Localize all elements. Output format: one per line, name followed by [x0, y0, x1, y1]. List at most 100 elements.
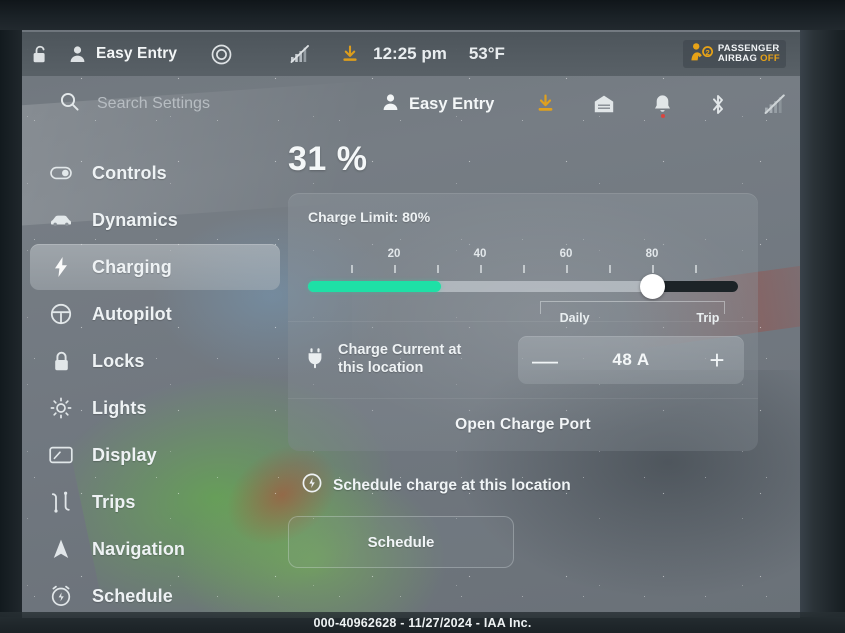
search-input-placeholder[interactable]: Search Settings [97, 95, 210, 113]
sidebar-item-autopilot[interactable]: Autopilot [30, 291, 280, 337]
charge-current-label-group: Charge Current at this location [306, 342, 518, 377]
slider-tick-label: 20 [387, 248, 401, 260]
slider-label-daily: Daily [559, 311, 590, 325]
charge-current-stepper[interactable]: — 48 A + [518, 336, 744, 384]
software-update-download-icon[interactable] [536, 94, 555, 114]
slider-fill-current-charge [308, 281, 442, 292]
charge-current-value: 48 A [612, 350, 650, 369]
charge-current-label-line1: Charge Current at [338, 342, 462, 359]
sidebar-item-navigation[interactable]: Navigation [30, 526, 280, 572]
charge-current-label: Charge Current at this location [338, 342, 461, 377]
sidebar-item-label: Trips [92, 491, 136, 512]
settings-sidebar: Controls Dynamics Charging Autopilot Loc… [30, 150, 280, 620]
status-temperature: 53°F [468, 44, 505, 63]
notification-bell-icon[interactable] [653, 94, 672, 118]
slider-ticks: 20 40 60 80 [308, 248, 738, 277]
target-ring-icon[interactable] [211, 44, 232, 65]
alarm-clock-icon [46, 585, 76, 607]
settings-profile-name: Easy Entry [409, 94, 495, 113]
search-settings-field[interactable]: Search Settings [60, 92, 360, 116]
slider-tick [437, 265, 439, 273]
person-icon[interactable] [69, 45, 86, 63]
sidebar-item-controls[interactable]: Controls [30, 150, 280, 196]
notification-badge-dot [660, 114, 665, 118]
battery-percentage: 31 % [288, 140, 368, 178]
sidebar-item-label: Charging [92, 256, 172, 277]
sidebar-item-label: Locks [92, 350, 145, 371]
slider-tick-label: 40 [473, 248, 487, 260]
charge-limit-block: Charge Limit: 80% 20 40 60 80 Daily Trip [288, 193, 758, 325]
steering-wheel-icon [46, 303, 76, 325]
sidebar-item-display[interactable]: Display [30, 432, 280, 478]
sun-brightness-icon [46, 397, 76, 419]
svg-text:2: 2 [705, 48, 709, 57]
settings-profile-chip[interactable]: Easy Entry [382, 93, 494, 116]
sidebar-item-label: Schedule [92, 585, 173, 606]
lock-icon [46, 351, 76, 372]
sidebar-item-trips[interactable]: Trips [30, 479, 280, 525]
sidebar-item-label: Autopilot [92, 303, 172, 324]
toggle-switch-icon [46, 166, 76, 180]
sidebar-item-label: Navigation [92, 538, 186, 559]
decrease-amps-button[interactable]: — [518, 336, 572, 384]
sidebar-item-label: Dynamics [92, 209, 178, 230]
charge-limit-slider[interactable]: 20 40 60 80 Daily Trip [308, 248, 738, 325]
vehicle-interior-photo: Easy Entry 12:25 pm 53°F 2 PASSENGER AIR… [0, 0, 845, 633]
airbag-state: OFF [760, 53, 780, 64]
display-screen-icon [46, 446, 76, 464]
settings-header-bar: Search Settings Easy Entry [22, 82, 800, 126]
status-profile-name: Easy Entry [96, 45, 178, 62]
cellular-signal-off-icon [290, 45, 311, 63]
dashboard-bezel-right [800, 30, 845, 633]
lightning-bolt-icon [46, 256, 76, 278]
vehicle-status-bar: Easy Entry 12:25 pm 53°F 2 PASSENGER AIR… [22, 32, 800, 76]
status-time: 12:25 pm [373, 44, 447, 63]
schedule-charge-link-label: Schedule charge at this location [333, 476, 571, 494]
alarm-clock-icon [302, 473, 322, 498]
charge-plug-icon [306, 347, 324, 374]
sidebar-item-label: Lights [92, 397, 147, 418]
garage-door-icon[interactable] [593, 94, 615, 114]
person-icon [382, 93, 399, 116]
route-path-icon [46, 491, 76, 513]
slider-track[interactable] [308, 274, 738, 299]
slider-tick [351, 265, 353, 273]
slider-tick [480, 265, 482, 273]
cellular-signal-off-icon[interactable] [764, 94, 787, 114]
increase-amps-button[interactable]: + [690, 336, 744, 384]
passenger-airbag-off-icon: 2 [689, 42, 713, 66]
slider-tick [566, 265, 568, 273]
dashboard-bezel-left [0, 30, 22, 633]
charging-panel: 31 % Charge Limit: 80% 20 40 60 80 Daily Tr… [288, 140, 758, 568]
slider-tick [652, 265, 654, 273]
slider-tick-label: 60 [559, 248, 573, 260]
open-charge-port-button[interactable]: Open Charge Port [288, 399, 758, 451]
navigation-arrow-icon [46, 538, 76, 560]
sidebar-item-lights[interactable]: Lights [30, 385, 280, 431]
slider-handle[interactable] [639, 274, 665, 299]
schedule-charge-link[interactable]: Schedule charge at this location [302, 473, 758, 498]
sidebar-item-dynamics[interactable]: Dynamics [30, 197, 280, 243]
sidebar-item-label: Display [92, 444, 157, 465]
slider-tick [523, 265, 525, 273]
sidebar-item-charging[interactable]: Charging [30, 244, 280, 290]
dashboard-bezel-top [0, 0, 845, 32]
slider-tick-label: 80 [645, 248, 659, 260]
slider-tick [695, 265, 697, 273]
slider-tick [609, 265, 611, 273]
software-update-download-icon[interactable] [341, 44, 359, 64]
car-icon [46, 213, 76, 227]
charging-card: Charge Limit: 80% 20 40 60 80 Daily Trip [288, 193, 758, 451]
slider-mode-labels: Daily Trip [308, 311, 738, 329]
charge-current-label-line2: this location [338, 360, 424, 376]
charge-current-row: Charge Current at this location — 48 A + [288, 322, 758, 398]
bluetooth-icon[interactable] [710, 94, 726, 115]
search-icon [60, 92, 79, 116]
slider-track-after [652, 281, 738, 292]
auction-watermark: 000-40962628 - 11/27/2024 - IAA Inc. [0, 612, 845, 633]
schedule-button[interactable]: Schedule [288, 516, 514, 568]
passenger-airbag-status-badge: 2 PASSENGER AIRBAG OFF [682, 40, 786, 68]
unlocked-padlock-icon[interactable] [32, 45, 49, 64]
sidebar-item-locks[interactable]: Locks [30, 338, 280, 384]
slider-label-trip: Trip [696, 311, 720, 325]
